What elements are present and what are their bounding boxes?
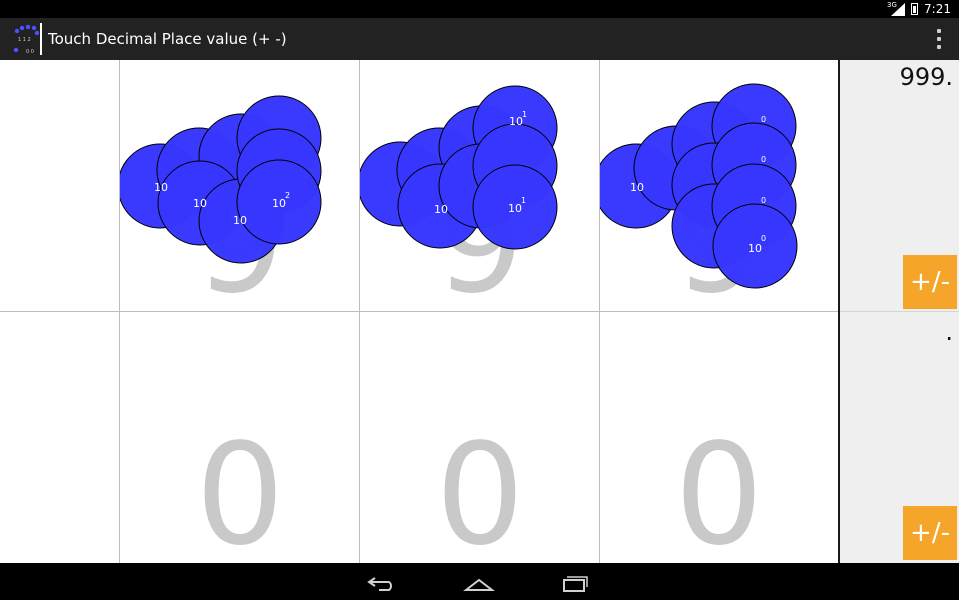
blank-column-bottom[interactable] <box>0 312 120 563</box>
overflow-menu-icon[interactable] <box>935 29 943 49</box>
chip-label: 10 <box>508 202 522 215</box>
svg-text:1 1 2: 1 1 2 <box>18 37 31 43</box>
chip-exponent: 0 <box>761 155 766 164</box>
navigation-bar <box>0 563 959 600</box>
chip-exponent: 0 <box>761 234 766 243</box>
tens-digit-bottom: 0 <box>435 414 525 564</box>
chip-label: 10 <box>272 197 286 210</box>
hundreds-digit-bottom: 0 <box>195 414 285 564</box>
top-number-readout: 999. <box>899 63 953 91</box>
back-icon[interactable] <box>363 569 403 595</box>
ones-chips[interactable]: 10 10 0 0 0 0 <box>600 60 838 311</box>
panel-divider <box>840 311 959 312</box>
ones-column-top[interactable]: 9 10 10 0 0 0 0 <box>600 60 838 311</box>
grid-line <box>0 311 839 312</box>
top-sign-toggle-button[interactable]: +/- <box>903 255 957 309</box>
hundreds-column-top[interactable]: 9 10 10 10 10 2 <box>120 60 360 311</box>
chip-label: 10 <box>748 242 762 255</box>
place-value-board: 9 10 10 10 10 2 9 <box>0 60 959 563</box>
chip-label: 10 <box>509 115 523 128</box>
signal-icon: 3G <box>887 1 906 16</box>
status-time: 7:21 <box>924 2 951 16</box>
recents-icon[interactable] <box>555 569 595 595</box>
tens-chips[interactable]: 10 10 10 1 1 <box>360 60 600 311</box>
status-bar: 3G 7:21 <box>0 0 959 18</box>
chip-label: 10 <box>434 203 448 216</box>
tens-column-top[interactable]: 9 10 10 10 1 1 <box>360 60 600 311</box>
chip-exponent: 0 <box>761 196 766 205</box>
chip-label: 10 <box>154 181 168 194</box>
bottom-sign-toggle-button[interactable]: +/- <box>903 506 957 560</box>
app-title: Touch Decimal Place value (+ -) <box>48 30 287 48</box>
hundreds-column-bottom[interactable]: 0 <box>120 312 360 564</box>
battery-icon <box>911 3 919 15</box>
hundreds-chips[interactable]: 10 10 10 10 2 <box>120 60 360 311</box>
chip-exponent: 2 <box>285 191 290 200</box>
tens-column-bottom[interactable]: 0 <box>360 312 600 564</box>
panel-border <box>838 60 840 563</box>
chip-exponent: 1 <box>522 110 527 119</box>
ones-column-bottom[interactable]: 0 <box>600 312 838 564</box>
chip-label: 10 <box>233 214 247 227</box>
network-type: 3G <box>887 0 897 9</box>
chip-exponent: 0 <box>761 115 766 124</box>
blank-column-top[interactable] <box>0 60 120 311</box>
home-icon[interactable] <box>459 569 499 595</box>
ones-digit-bottom: 0 <box>674 414 764 564</box>
status-icons: 3G 7:21 <box>887 0 951 18</box>
chip-exponent: 1 <box>521 196 526 205</box>
bottom-number-readout: . <box>945 318 953 346</box>
chip-label: 10 <box>193 197 207 210</box>
chip-label: 10 <box>630 181 644 194</box>
svg-text:0 0: 0 0 <box>26 49 34 55</box>
app-icon[interactable]: 1 1 2 0 0 <box>12 23 42 55</box>
